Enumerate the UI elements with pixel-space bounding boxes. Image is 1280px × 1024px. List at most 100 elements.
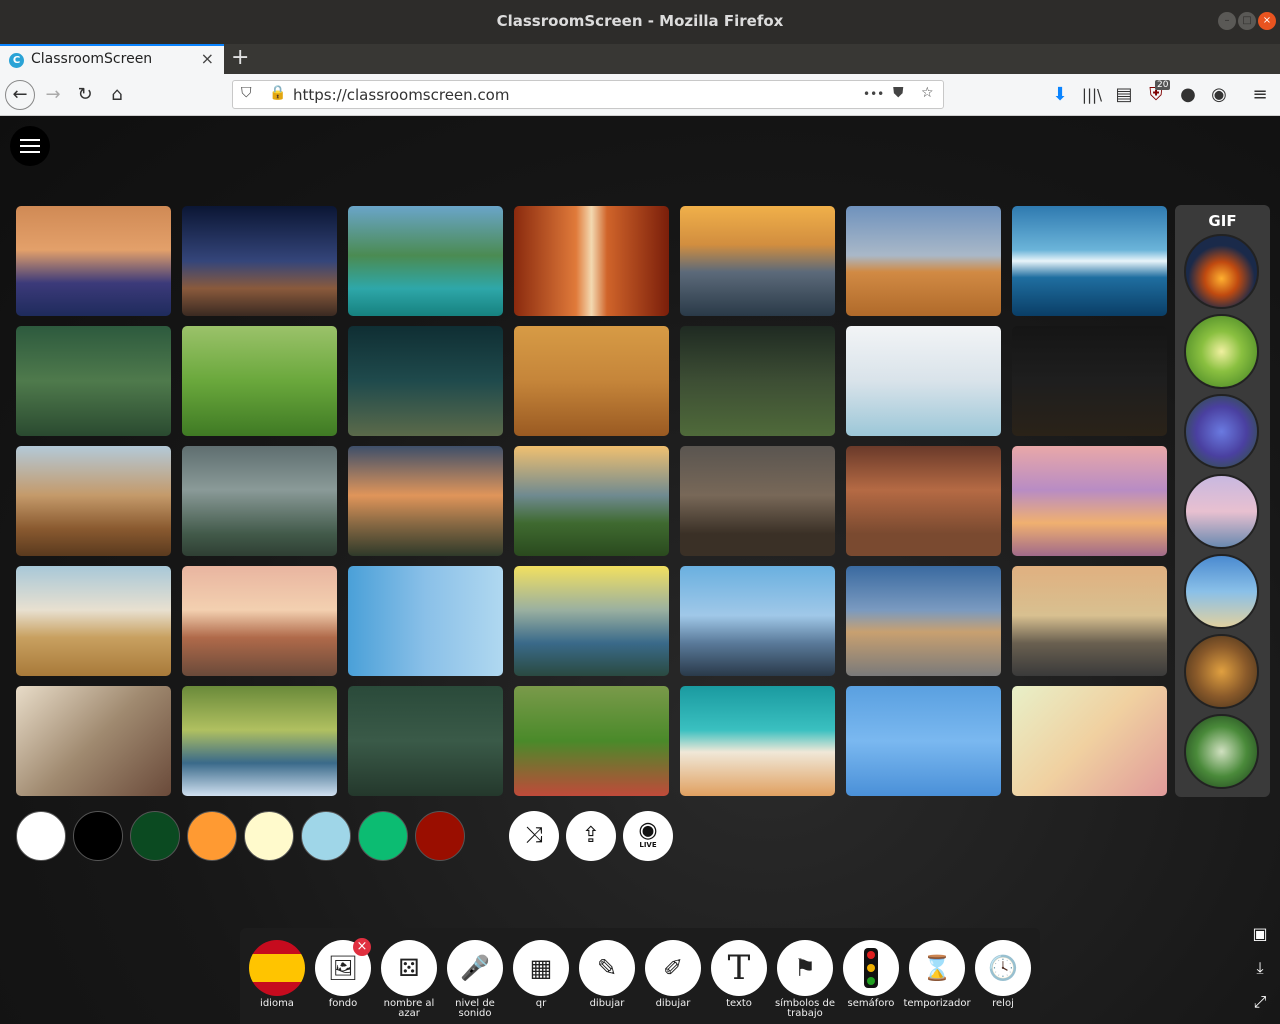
background-thumbnail[interactable] [182,206,337,316]
tool-pencil-line[interactable]: ✐ dibujar [645,940,701,1009]
background-thumbnail[interactable] [514,566,669,676]
traffic-status-icon[interactable]: ▣ [1248,924,1272,948]
background-thumbnail[interactable] [1012,566,1167,676]
color-swatch[interactable] [415,811,465,861]
color-swatch[interactable] [187,811,237,861]
background-thumbnail[interactable] [182,566,337,676]
pocket-icon[interactable]: ⛊ [893,85,904,101]
random-name-icon[interactable]: ⚄ [381,940,437,996]
tool-microphone[interactable]: 🎤 nivel de sonido [447,940,503,1019]
upload-button[interactable]: ⇪ [566,811,616,861]
tool-clock[interactable]: 🕓 reloj [975,940,1031,1009]
new-tab-button[interactable]: + [231,45,249,70]
background-thumbnail[interactable] [16,326,171,436]
background-thumbnail[interactable] [348,446,503,556]
account-icon[interactable]: ◉ [1206,82,1232,108]
background-thumbnail[interactable] [182,326,337,436]
background-thumbnail[interactable] [1012,326,1167,436]
text-icon[interactable]: T [711,940,767,996]
tool-traffic-light[interactable]: semáforo [843,940,899,1009]
tab-close-icon[interactable]: × [201,49,214,68]
tab-classroomscreen[interactable]: C ClassroomScreen × [0,44,224,74]
background-thumbnail[interactable] [514,326,669,436]
gif-background-thumbnail[interactable] [1184,474,1259,549]
background-thumbnail[interactable] [16,206,171,316]
background-thumbnail[interactable] [16,446,171,556]
tool-random-name[interactable]: ⚄ nombre al azar [381,940,437,1019]
back-button[interactable]: ← [5,80,35,110]
background-thumbnail[interactable] [680,446,835,556]
gif-background-thumbnail[interactable] [1184,634,1259,709]
home-button[interactable]: ⌂ [104,82,130,108]
gif-background-thumbnail[interactable] [1184,714,1259,789]
microphone-icon[interactable]: 🎤 [447,940,503,996]
qr-icon[interactable]: ▦ [513,940,569,996]
background-thumbnail[interactable] [680,206,835,316]
clock-icon[interactable]: 🕓 [975,940,1031,996]
tool-hourglass[interactable]: ⌛ temporizador [903,940,971,1009]
reload-button[interactable]: ↻ [72,82,98,108]
background-thumbnail[interactable] [16,686,171,796]
background-thumbnail[interactable] [1012,206,1167,316]
downloads-icon[interactable]: ⬇ [1047,82,1073,108]
color-swatch[interactable] [130,811,180,861]
close-window-button[interactable]: × [1258,12,1276,30]
background-thumbnail[interactable] [514,446,669,556]
gif-background-thumbnail[interactable] [1184,394,1259,469]
maximize-button[interactable]: □ [1238,12,1256,30]
background-thumbnail[interactable] [514,206,669,316]
gif-background-thumbnail[interactable] [1184,314,1259,389]
shuffle-button[interactable]: ⤨ [509,811,559,861]
work-symbols-icon[interactable]: ⚑ [777,940,833,996]
background-thumbnail[interactable] [348,686,503,796]
background-thumbnail[interactable] [846,446,1001,556]
library-icon[interactable]: |||\ [1079,82,1105,108]
gif-background-thumbnail[interactable] [1184,234,1259,309]
url-bar[interactable]: ⛉ 🔒 https://classroomscreen.com ••• ⛊ ☆ [232,80,944,109]
background-thumbnail[interactable] [182,686,337,796]
background-thumbnail[interactable] [1012,446,1167,556]
spain-flag-icon[interactable] [249,940,305,996]
background-thumbnail[interactable] [846,206,1001,316]
app-menu-icon[interactable]: ≡ [1247,82,1273,108]
background-thumbnail[interactable] [846,566,1001,676]
background-thumbnail[interactable] [182,446,337,556]
fullscreen-icon[interactable]: ⤢ [1248,992,1272,1016]
pencil-icon[interactable]: ✎ [579,940,635,996]
background-thumbnail[interactable] [680,326,835,436]
webcam-button[interactable]: ◉ LIVE [623,811,673,861]
shield-icon[interactable]: ⛉ [241,85,252,101]
background-thumbnail[interactable] [846,686,1001,796]
background-thumbnail[interactable] [846,326,1001,436]
tool-work-symbols[interactable]: ⚑ símbolos de trabajo [775,940,835,1019]
tool-qr[interactable]: ▦ qr [513,940,569,1009]
traffic-light-icon[interactable] [843,940,899,996]
page-actions-icon[interactable]: ••• [863,87,884,101]
color-swatch[interactable] [301,811,351,861]
background-thumbnail[interactable] [680,686,835,796]
color-swatch[interactable] [358,811,408,861]
tool-image[interactable]: 🖼 × fondo [315,938,371,1009]
background-thumbnail[interactable] [1012,686,1167,796]
pencil-line-icon[interactable]: ✐ [645,940,701,996]
color-swatch[interactable] [73,811,123,861]
lock-icon[interactable]: 🔒 [269,85,286,101]
remove-background-icon[interactable]: × [353,938,371,956]
bookmark-star-icon[interactable]: ☆ [921,85,934,101]
extension-icon[interactable]: ● [1175,82,1201,108]
hamburger-menu-button[interactable] [10,126,50,166]
color-swatch[interactable] [16,811,66,861]
background-thumbnail[interactable] [16,566,171,676]
background-thumbnail[interactable] [348,206,503,316]
background-thumbnail[interactable] [348,326,503,436]
url-text[interactable]: https://classroomscreen.com [293,86,509,104]
forward-button[interactable]: → [40,82,66,108]
hourglass-icon[interactable]: ⌛ [909,940,965,996]
color-swatch[interactable] [244,811,294,861]
background-thumbnail[interactable] [680,566,835,676]
sidebar-icon[interactable]: ▤ [1111,82,1137,108]
gif-background-thumbnail[interactable] [1184,554,1259,629]
background-thumbnail[interactable] [348,566,503,676]
background-thumbnail[interactable] [514,686,669,796]
tool-spain-flag[interactable]: idioma [249,940,305,1009]
